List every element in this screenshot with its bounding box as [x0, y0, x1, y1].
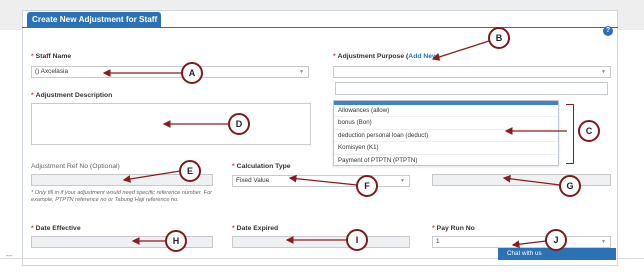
annotation-badge-a: A [181, 62, 203, 84]
annotation-badge-b: B [488, 27, 510, 49]
annotation-badge-d: D [228, 113, 250, 135]
arrow-b [431, 40, 490, 61]
annotation-badge-g: G [559, 175, 581, 197]
arrow-e [122, 170, 181, 183]
annotation-badge-i: I [346, 229, 368, 251]
arrow-j [511, 240, 547, 249]
annotation-badge-c: C [578, 120, 600, 142]
arrow-g [502, 174, 561, 186]
annotation-badge-e: E [179, 160, 201, 182]
annotation-badge-j: J [545, 229, 567, 251]
arrow-f [288, 174, 358, 186]
annotation-badge-h: H [165, 230, 187, 252]
annotation-badge-f: F [356, 175, 378, 197]
